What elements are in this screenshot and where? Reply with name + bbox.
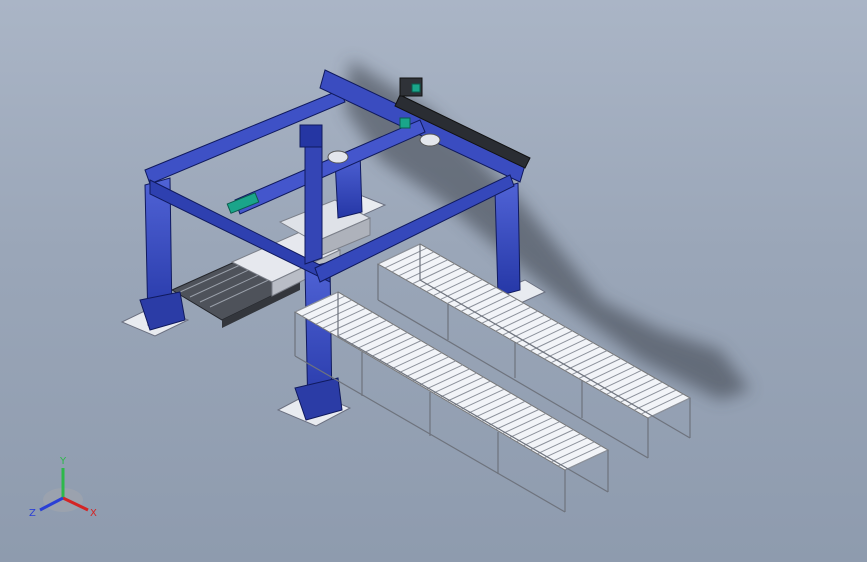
x-axis-label: X	[90, 508, 97, 519]
z-axis-label: Z	[29, 508, 36, 519]
axis-triad[interactable]: Y X Z	[29, 456, 97, 519]
y-axis-label: Y	[59, 456, 67, 467]
cad-viewport[interactable]: Y X Z	[0, 0, 867, 562]
column-back-right	[494, 182, 521, 297]
assembly-scene[interactable]: Y X Z	[0, 0, 867, 562]
